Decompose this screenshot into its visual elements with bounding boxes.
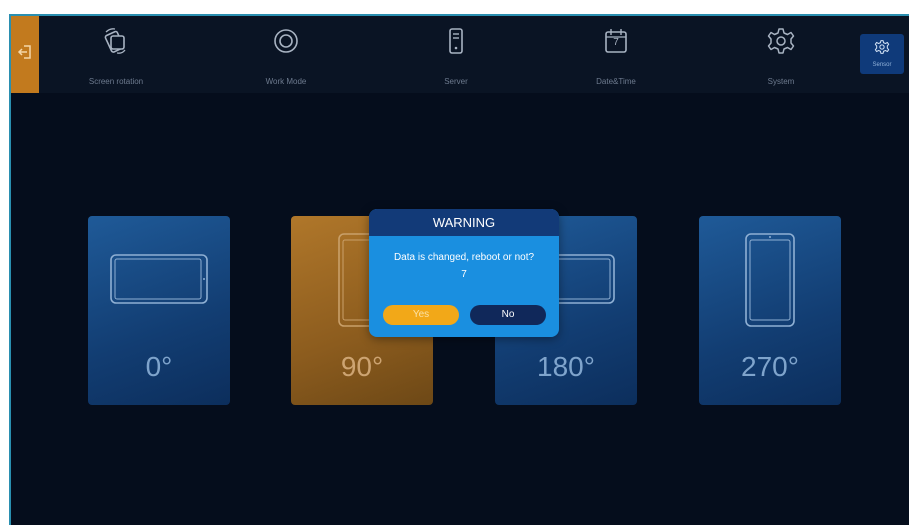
gear-icon [766,26,796,56]
no-button[interactable]: No [470,305,546,325]
rotation-label-270: 270° [741,351,799,382]
nav-item-server[interactable]: Server [391,16,521,93]
nav-item-work-mode[interactable]: Work Mode [221,16,351,93]
rotation-card-270[interactable]: 270° [699,216,841,405]
nav-item-screen-rotation[interactable]: Screen rotation [51,16,181,93]
dialog-message: Data is changed, reboot or not? [393,252,535,263]
top-navigation-bar: Screen rotation Work Mode Server 7 Date&… [11,16,909,93]
nav-label-server: Server [444,77,468,86]
yes-button[interactable]: Yes [383,305,459,325]
tablet-landscape-icon [110,254,208,304]
nav-label-sensor: Sensor [872,62,892,68]
app-window: Screen rotation Work Mode Server 7 Date&… [9,14,909,525]
back-button[interactable] [11,16,39,93]
rotation-label-180: 180° [537,351,595,382]
sensor-gear-icon [874,39,890,60]
server-icon [441,26,471,56]
calendar-day-number: 7 [613,37,619,48]
nav-label-screen-rotation: Screen rotation [88,77,144,86]
nav-label-work-mode: Work Mode [265,77,307,86]
nav-label-system: System [767,77,795,86]
work-mode-icon [271,26,301,56]
rotation-card-0[interactable]: 0° [88,216,230,405]
calendar-icon: 7 [601,26,631,56]
nav-label-date-time: Date&Time [596,77,636,86]
dialog-title: WARNING [369,209,559,236]
rotation-label-90: 90° [340,351,384,382]
nav-item-date-time[interactable]: 7 Date&Time [551,16,681,93]
nav-item-system[interactable]: System [716,16,846,93]
nav-item-sensor[interactable]: Sensor [860,34,904,74]
dialog-countdown: 7 [461,269,467,280]
exit-icon [17,44,33,65]
warning-dialog: WARNING Data is changed, reboot or not? … [369,209,559,337]
rotation-label-0: 0° [145,351,173,382]
tablet-portrait-flipped-icon [745,233,795,327]
screen-rotation-icon [101,26,131,56]
